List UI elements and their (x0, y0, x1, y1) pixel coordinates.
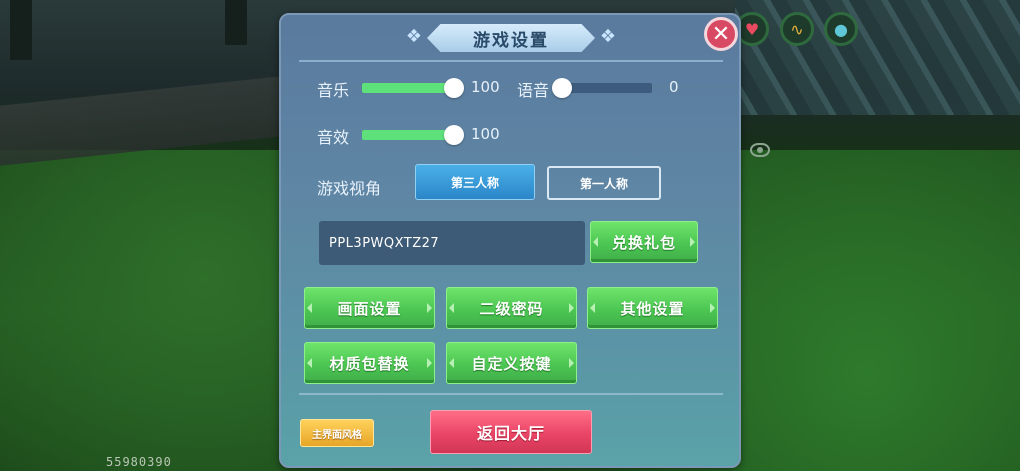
voice-slider-knob[interactable] (552, 78, 572, 98)
eye-icon[interactable] (750, 143, 770, 157)
divider (299, 60, 723, 62)
ornament-icon: ❖ (599, 26, 617, 47)
custom-keys-button[interactable]: 自定义按键 (446, 342, 577, 384)
redeem-gift-button[interactable]: 兑换礼包 (590, 221, 698, 263)
music-slider-fill (362, 83, 454, 93)
tree-trunk (225, 0, 247, 45)
tree-trunk (10, 0, 32, 60)
close-button[interactable]: ✕ (704, 17, 738, 51)
sfx-label: 音效 (317, 128, 350, 147)
voice-label: 语音 (517, 81, 550, 100)
texture-pack-button[interactable]: 材质包替换 (304, 342, 435, 384)
divider (299, 393, 723, 395)
dialog-title: 游戏设置 (427, 24, 595, 52)
view-label: 游戏视角 (317, 179, 382, 198)
music-label: 音乐 (317, 81, 350, 100)
secondary-password-button[interactable]: 二级密码 (446, 287, 577, 329)
music-value: 100 (471, 78, 500, 96)
sfx-slider-fill (362, 130, 454, 140)
sfx-value: 100 (471, 125, 500, 143)
main-ui-style-button[interactable]: 主界面风格 (300, 419, 374, 447)
voice-slider[interactable] (552, 78, 652, 98)
ornament-icon: ❖ (405, 26, 423, 47)
sfx-slider-knob[interactable] (444, 125, 464, 145)
return-lobby-button[interactable]: 返回大厅 (430, 410, 592, 454)
scene-wall (735, 0, 1020, 115)
player-uid: 55980390 (106, 455, 172, 469)
game-settings-dialog: ❖ 游戏设置 ❖ ✕ 音乐 100 语音 0 音效 100 游戏视角 第三人称 … (279, 13, 741, 468)
first-person-button[interactable]: 第一人称 (547, 166, 661, 200)
dialog-title-bar: ❖ 游戏设置 ❖ (403, 24, 619, 52)
music-slider[interactable] (362, 78, 464, 98)
close-icon: ✕ (711, 21, 731, 47)
music-slider-knob[interactable] (444, 78, 464, 98)
voice-value: 0 (669, 78, 679, 96)
sfx-slider[interactable] (362, 125, 464, 145)
other-settings-button[interactable]: 其他设置 (587, 287, 718, 329)
gift-code-input[interactable] (319, 221, 585, 265)
water-icon: ● (824, 12, 858, 46)
third-person-button[interactable]: 第三人称 (415, 164, 535, 200)
hunger-icon: ∿ (780, 12, 814, 46)
graphics-settings-button[interactable]: 画面设置 (304, 287, 435, 329)
